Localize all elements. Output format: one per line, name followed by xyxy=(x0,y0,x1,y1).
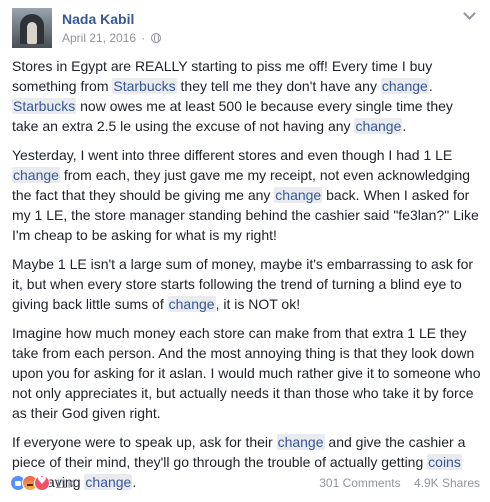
paragraph-text: . xyxy=(428,78,433,94)
author-avatar[interactable] xyxy=(12,8,52,48)
author-name[interactable]: Nada Kabil xyxy=(62,11,134,27)
post-paragraph: Stores in Egypt are REALLY starting to p… xyxy=(12,56,482,136)
globe-icon xyxy=(150,33,161,43)
highlighted-keyword-link[interactable]: change xyxy=(354,118,403,134)
highlighted-keyword-link[interactable]: change xyxy=(274,187,323,203)
post-meta: April 21, 2016 · xyxy=(62,31,161,45)
reaction-count: 11K xyxy=(55,477,76,491)
highlighted-keyword-link[interactable]: change xyxy=(276,434,325,450)
post-paragraph: Imagine how much money each store can ma… xyxy=(12,323,482,423)
highlighted-keyword-link[interactable]: change xyxy=(12,167,60,183)
post-date[interactable]: April 21, 2016 xyxy=(62,31,136,45)
post-header: Nada Kabil April 21, 2016 · xyxy=(12,8,478,48)
post-footer: 11K 301 Comments 4.9K Shares xyxy=(10,474,480,494)
highlighted-keyword-link[interactable]: Starbucks xyxy=(112,78,177,94)
paragraph-text: Imagine how much money each store can ma… xyxy=(12,325,481,421)
shares-link[interactable]: 4.9K Shares xyxy=(414,476,480,490)
avatar-figure-shape xyxy=(27,22,37,44)
paragraph-text: Yesterday, I went into three different s… xyxy=(12,147,453,163)
paragraph-text: . xyxy=(402,118,407,134)
highlighted-keyword-link[interactable]: change xyxy=(167,296,216,312)
highlighted-keyword-link[interactable]: change xyxy=(380,78,429,94)
facebook-post: Nada Kabil April 21, 2016 · Stores in Eg… xyxy=(0,0,490,502)
post-paragraph: Yesterday, I went into three different s… xyxy=(12,145,482,245)
highlighted-keyword-link[interactable]: Starbucks xyxy=(12,98,77,114)
post-body: Stores in Egypt are REALLY starting to p… xyxy=(12,56,482,501)
engagement-stats: 301 Comments 4.9K Shares xyxy=(319,476,480,490)
chevron-down-icon[interactable] xyxy=(462,8,476,22)
meta-separator: · xyxy=(141,31,146,45)
post-paragraph: Maybe 1 LE isn't a large sum of money, m… xyxy=(12,254,482,314)
paragraph-text: they tell me they don't have any xyxy=(176,78,381,94)
love-icon xyxy=(34,474,50,491)
comments-link[interactable]: 301 Comments xyxy=(319,476,400,490)
highlighted-keyword-link[interactable]: coins xyxy=(427,454,462,470)
paragraph-text: , it is NOT ok! xyxy=(215,296,301,312)
paragraph-text: If everyone were to speak up, ask for th… xyxy=(12,434,277,450)
